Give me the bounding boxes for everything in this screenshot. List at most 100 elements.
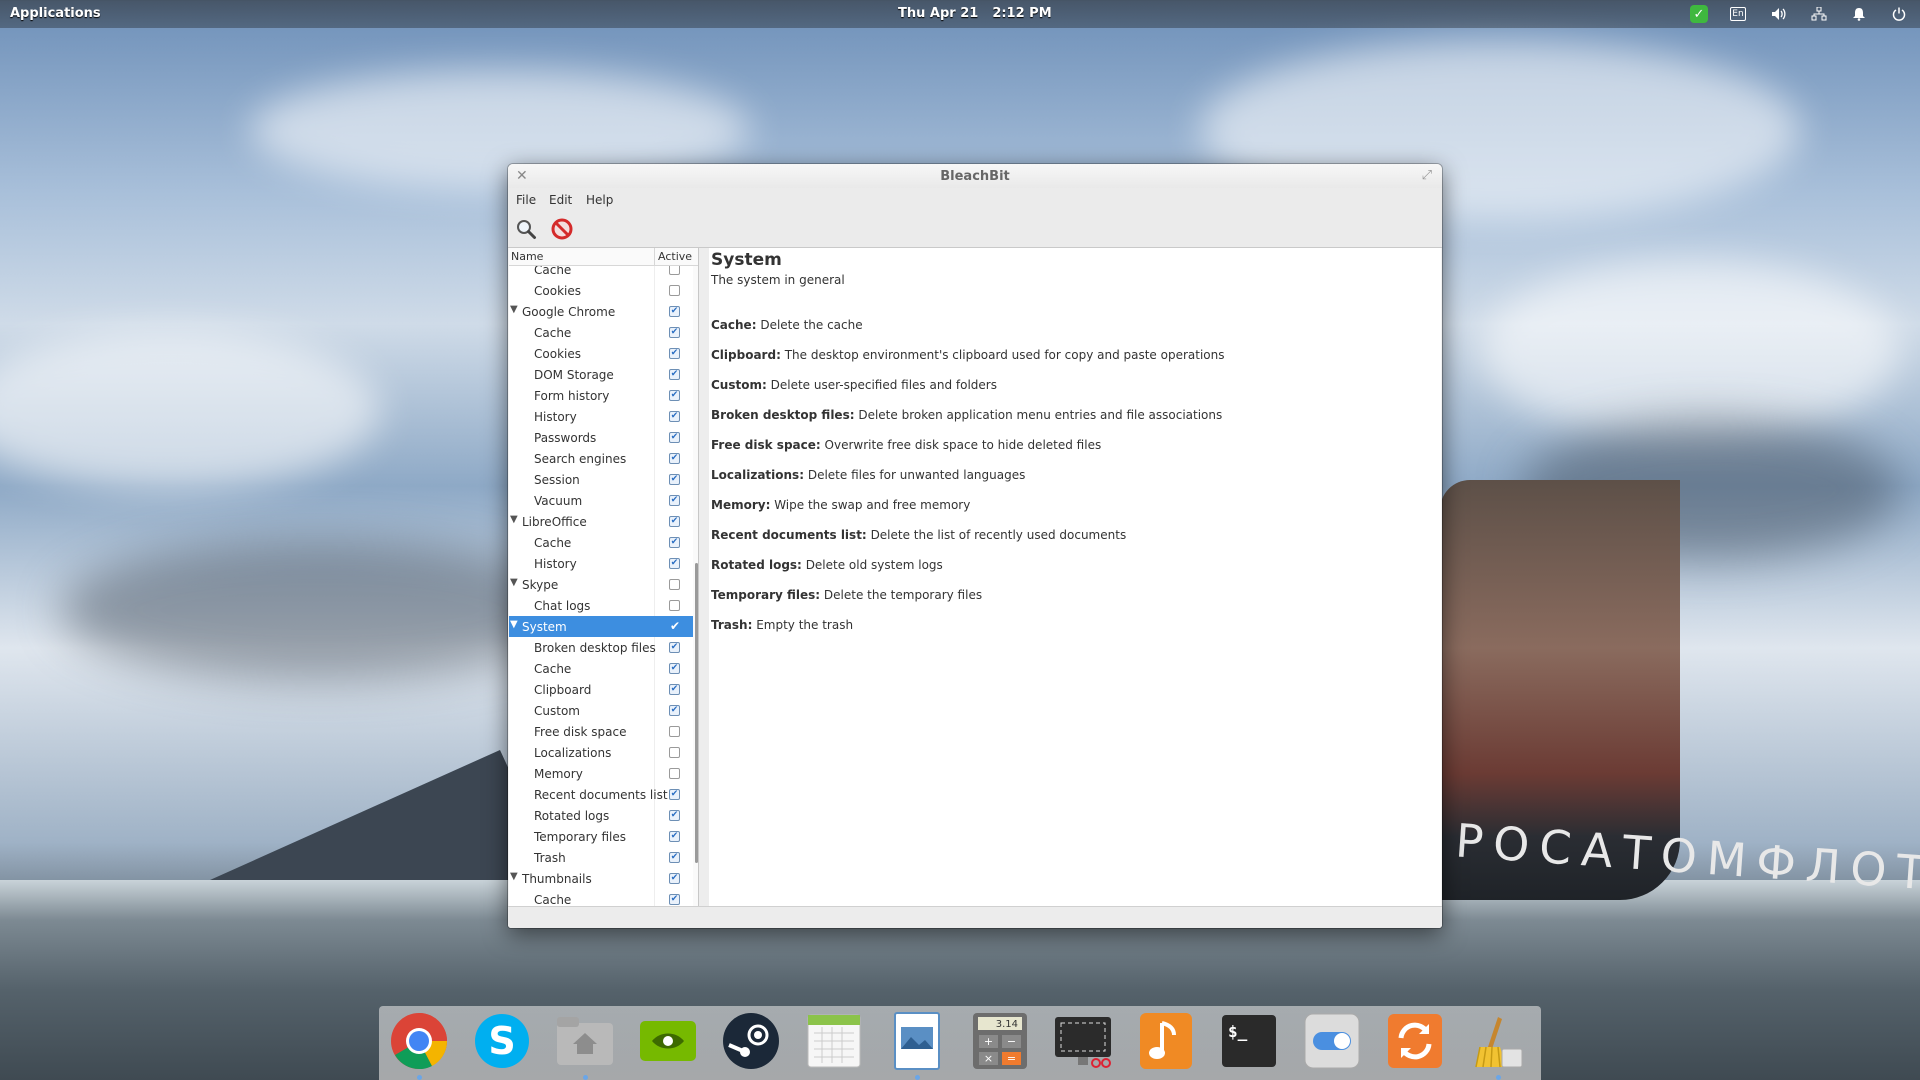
active-checkbox[interactable]: ✔: [669, 684, 680, 695]
active-checkbox[interactable]: ✔: [669, 453, 680, 464]
active-checkbox[interactable]: ✔: [669, 348, 680, 359]
check-icon[interactable]: ✓: [1690, 5, 1708, 23]
tree-row[interactable]: Form history ✔: [509, 385, 693, 406]
tree-row[interactable]: Free disk space: [509, 721, 693, 742]
menu-edit[interactable]: Edit: [549, 193, 572, 207]
tree-row[interactable]: Clipboard ✔: [509, 679, 693, 700]
tree-row[interactable]: Memory: [509, 763, 693, 784]
power-icon[interactable]: [1890, 5, 1908, 23]
tree-row[interactable]: Passwords ✔: [509, 427, 693, 448]
tree-row[interactable]: Cache ✔: [509, 322, 693, 343]
tree-row[interactable]: Chat logs: [509, 595, 693, 616]
music-icon[interactable]: [1135, 1010, 1197, 1072]
column-header-active[interactable]: Active: [658, 250, 692, 263]
active-checkbox[interactable]: ✔: [669, 831, 680, 842]
stop-delete-icon[interactable]: [548, 216, 576, 242]
expander-icon[interactable]: ▼: [510, 871, 518, 882]
terminal-icon[interactable]: $_: [1218, 1010, 1280, 1072]
tree-row[interactable]: ▼ LibreOffice ✔: [509, 511, 693, 532]
tree-row[interactable]: Search engines ✔: [509, 448, 693, 469]
active-checkbox[interactable]: ✔: [669, 705, 680, 716]
clock[interactable]: Thu Apr 21 2:12 PM: [898, 6, 1066, 21]
expander-icon[interactable]: ▼: [510, 577, 518, 588]
tree-row[interactable]: Broken desktop files ✔: [509, 637, 693, 658]
tree-row[interactable]: Custom ✔: [509, 700, 693, 721]
active-checkbox[interactable]: [669, 285, 680, 296]
applications-menu[interactable]: Applications: [10, 6, 101, 21]
active-checkbox[interactable]: [669, 579, 680, 590]
active-checkbox[interactable]: ✔: [669, 873, 680, 884]
calculator-icon[interactable]: 3.14 + − × =: [969, 1010, 1031, 1072]
active-checkbox[interactable]: [669, 726, 680, 737]
active-checkbox[interactable]: ✔: [669, 894, 680, 905]
calendar-icon[interactable]: [803, 1010, 865, 1072]
preview-search-icon[interactable]: [512, 216, 540, 242]
tree-row[interactable]: History ✔: [509, 553, 693, 574]
steam-icon[interactable]: [720, 1010, 782, 1072]
active-checkbox[interactable]: ✔: [669, 516, 680, 527]
active-checkbox[interactable]: ✔: [669, 411, 680, 422]
home-folder-icon[interactable]: [554, 1010, 616, 1072]
tree-row[interactable]: Cookies ✔: [509, 343, 693, 364]
menu-file[interactable]: File: [516, 193, 536, 207]
menu-help[interactable]: Help: [586, 193, 613, 207]
network-icon[interactable]: [1810, 5, 1828, 23]
active-checkbox[interactable]: ✔: [669, 663, 680, 674]
nvidia-icon[interactable]: [637, 1010, 699, 1072]
image-viewer-icon[interactable]: [886, 1010, 948, 1072]
tree-scrollbar-thumb[interactable]: [695, 563, 698, 863]
active-checkbox[interactable]: ✔: [669, 620, 680, 632]
tree-row[interactable]: ▼ Skype: [509, 574, 693, 595]
maximize-icon[interactable]: ⤢: [1422, 168, 1432, 183]
tree-row[interactable]: Trash ✔: [509, 847, 693, 868]
active-checkbox[interactable]: ✔: [669, 369, 680, 380]
active-checkbox[interactable]: ✔: [669, 810, 680, 821]
active-checkbox[interactable]: ✔: [669, 789, 680, 800]
keyboard-layout-icon[interactable]: En: [1730, 7, 1746, 21]
tree-row[interactable]: Recent documents list ✔: [509, 784, 693, 805]
active-checkbox[interactable]: [669, 747, 680, 758]
active-checkbox[interactable]: ✔: [669, 495, 680, 506]
screenshot-icon[interactable]: [1052, 1010, 1114, 1072]
tree-row[interactable]: ▼ Google Chrome ✔: [509, 301, 693, 322]
active-checkbox[interactable]: [669, 600, 680, 611]
expander-icon[interactable]: ▼: [510, 304, 518, 315]
tree-row[interactable]: Cache: [509, 266, 693, 280]
tree-row[interactable]: ▼ Thumbnails ✔: [509, 868, 693, 889]
active-checkbox[interactable]: [669, 266, 680, 275]
tree-row[interactable]: ▼ System ✔: [509, 616, 693, 637]
tree-row[interactable]: Cache ✔: [509, 658, 693, 679]
skype-icon[interactable]: S: [471, 1010, 533, 1072]
active-checkbox[interactable]: ✔: [669, 432, 680, 443]
active-checkbox[interactable]: ✔: [669, 327, 680, 338]
tree-row[interactable]: DOM Storage ✔: [509, 364, 693, 385]
expander-icon[interactable]: ▼: [510, 619, 518, 630]
volume-icon[interactable]: [1770, 5, 1788, 23]
column-header-name[interactable]: Name: [511, 250, 543, 263]
switchboard-icon[interactable]: [1301, 1010, 1363, 1072]
expander-icon[interactable]: ▼: [510, 514, 518, 525]
active-checkbox[interactable]: ✔: [669, 390, 680, 401]
active-checkbox[interactable]: [669, 768, 680, 779]
active-checkbox[interactable]: ✔: [669, 537, 680, 548]
tree-row[interactable]: Cache ✔: [509, 889, 693, 906]
pane-splitter[interactable]: [699, 248, 709, 906]
active-checkbox[interactable]: ✔: [669, 306, 680, 317]
bleachbit-icon[interactable]: [1467, 1010, 1529, 1072]
tree-row[interactable]: Temporary files ✔: [509, 826, 693, 847]
tree-row[interactable]: Rotated logs ✔: [509, 805, 693, 826]
tree-row[interactable]: Cache ✔: [509, 532, 693, 553]
active-checkbox[interactable]: ✔: [669, 642, 680, 653]
tree-row[interactable]: History ✔: [509, 406, 693, 427]
chrome-icon[interactable]: [388, 1010, 450, 1072]
title-bar[interactable]: ✕ BleachBit ⤢: [508, 164, 1442, 190]
tree-row[interactable]: Localizations: [509, 742, 693, 763]
active-checkbox[interactable]: ✔: [669, 474, 680, 485]
notification-bell-icon[interactable]: [1850, 5, 1868, 23]
tree-row[interactable]: Cookies: [509, 280, 693, 301]
tree-row[interactable]: Session ✔: [509, 469, 693, 490]
active-checkbox[interactable]: ✔: [669, 852, 680, 863]
tree-row[interactable]: Vacuum ✔: [509, 490, 693, 511]
update-icon[interactable]: [1384, 1010, 1446, 1072]
active-checkbox[interactable]: ✔: [669, 558, 680, 569]
